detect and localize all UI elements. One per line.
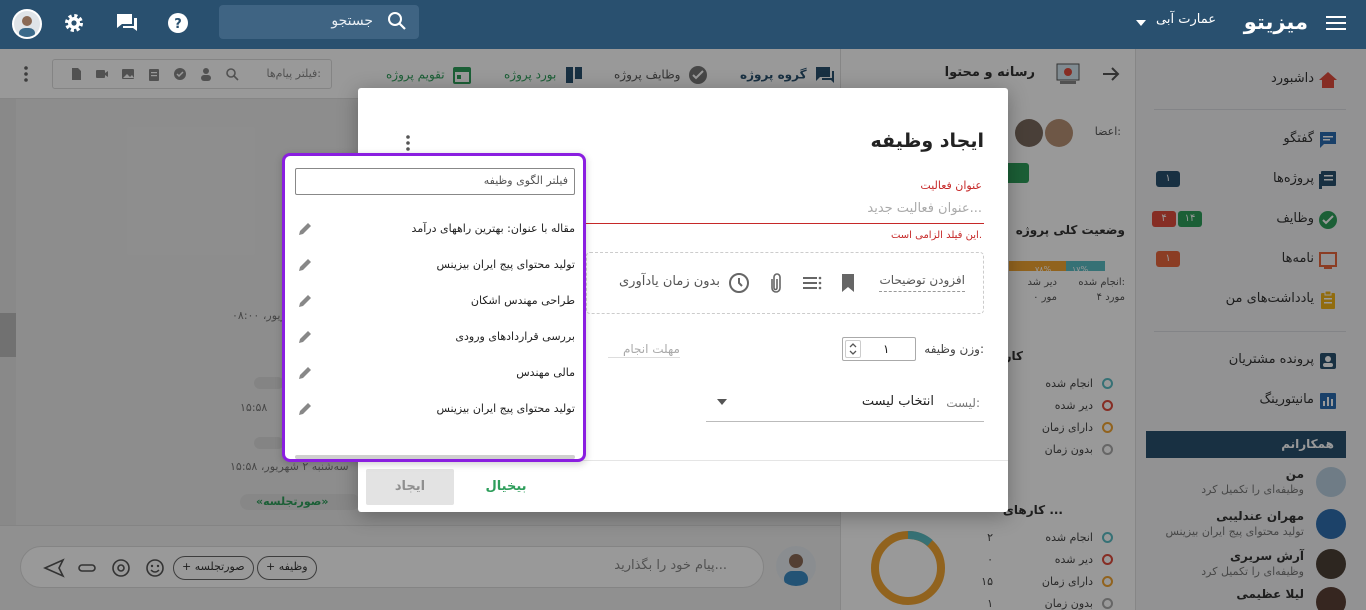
add-description-button[interactable]: افزودن توضیحات bbox=[879, 273, 965, 292]
deadline-input[interactable]: مهلت انجام bbox=[608, 328, 680, 358]
weight-value: ۱ bbox=[883, 342, 890, 356]
edit-pencil-icon[interactable] bbox=[297, 293, 313, 309]
chevron-down-icon bbox=[717, 399, 727, 405]
chat-bubbles-icon[interactable] bbox=[114, 10, 140, 36]
list-value: انتخاب لیست bbox=[861, 394, 934, 409]
gear-icon[interactable] bbox=[61, 10, 87, 36]
template-item-label: بررسی قراردادهای ورودی bbox=[455, 330, 575, 343]
activity-title-label: عنوان فعالیت bbox=[920, 179, 982, 192]
search-input[interactable]: جستجو bbox=[219, 5, 419, 39]
svg-text:?: ? bbox=[174, 17, 182, 32]
search-icon bbox=[388, 12, 406, 30]
edit-pencil-icon[interactable] bbox=[297, 257, 313, 273]
activity-title-input[interactable]: عنوان فعالیت جدید... bbox=[586, 196, 984, 224]
template-item[interactable]: مقاله با عنوان: بهترین راههای درآمد bbox=[295, 215, 577, 245]
deadline-placeholder: مهلت انجام bbox=[622, 342, 680, 356]
required-error: این فیلد الزامی است. bbox=[890, 230, 982, 241]
template-item[interactable]: طراحی مهندس اشکان bbox=[295, 287, 577, 317]
edit-pencil-icon[interactable] bbox=[297, 329, 313, 345]
list-icon[interactable] bbox=[801, 273, 823, 293]
template-item-label: مالی مهندس bbox=[516, 366, 575, 379]
edit-pencil-icon[interactable] bbox=[297, 365, 313, 381]
edit-pencil-icon[interactable] bbox=[297, 221, 313, 237]
brand-logo: میزیتو bbox=[1243, 10, 1308, 34]
template-item-label: طراحی مهندس اشکان bbox=[470, 294, 575, 307]
search-placeholder: جستجو bbox=[331, 13, 373, 29]
company-selector-label[interactable]: عمارت آبی bbox=[1156, 12, 1216, 27]
cancel-button[interactable]: بیخیال bbox=[474, 469, 538, 505]
top-bar: میزیتو عمارت آبی جستجو ? bbox=[0, 0, 1366, 49]
task-options-box: افزودن توضیحات بدون زمان یادآوری bbox=[586, 252, 984, 314]
template-item-label: تولید محتوای پیج ایران بیزینس bbox=[436, 402, 576, 415]
activity-placeholder: عنوان فعالیت جدید... bbox=[867, 201, 982, 216]
clock-icon[interactable] bbox=[727, 271, 751, 295]
user-avatar[interactable] bbox=[12, 9, 42, 39]
bookmark-icon[interactable] bbox=[839, 272, 857, 294]
paperclip-icon[interactable] bbox=[767, 271, 785, 295]
list-label: لیست: bbox=[946, 396, 980, 410]
create-button[interactable]: ایجاد bbox=[366, 469, 454, 505]
list-select[interactable]: لیست: انتخاب لیست bbox=[706, 384, 984, 422]
filter-placeholder: فیلتر الگوی وظیفه bbox=[483, 174, 568, 187]
template-item-label: مقاله با عنوان: بهترین راههای درآمد bbox=[411, 222, 575, 235]
template-filter-input[interactable]: فیلتر الگوی وظیفه bbox=[295, 168, 575, 195]
reminder-label[interactable]: بدون زمان یادآوری bbox=[619, 274, 720, 289]
template-item[interactable]: تولید محتوای پیج ایران بیزینس bbox=[295, 251, 577, 281]
task-template-dropdown: فیلتر الگوی وظیفه مقاله با عنوان: بهترین… bbox=[282, 153, 586, 462]
stepper-arrows[interactable] bbox=[845, 340, 861, 358]
dropdown-scrollbar[interactable] bbox=[295, 455, 575, 459]
template-item-label: تولید محتوای پیج ایران بیزینس bbox=[436, 258, 576, 271]
chevron-down-icon[interactable] bbox=[1136, 20, 1146, 26]
help-icon[interactable]: ? bbox=[165, 10, 191, 36]
template-item[interactable]: بررسی قراردادهای ورودی bbox=[295, 323, 577, 353]
chevron-updown-icon bbox=[849, 343, 857, 355]
more-vertical-icon[interactable] bbox=[404, 134, 412, 152]
weight-stepper[interactable]: ۱ bbox=[842, 337, 916, 361]
weight-label: وزن وظیفه: bbox=[924, 342, 984, 356]
template-item[interactable]: مالی مهندس bbox=[295, 359, 577, 389]
modal-title: ایجاد وظیفه bbox=[870, 130, 985, 152]
edit-pencil-icon[interactable] bbox=[297, 401, 313, 417]
menu-icon[interactable] bbox=[1326, 12, 1346, 36]
template-item[interactable]: تولید محتوای پیج ایران بیزینس bbox=[295, 395, 577, 425]
